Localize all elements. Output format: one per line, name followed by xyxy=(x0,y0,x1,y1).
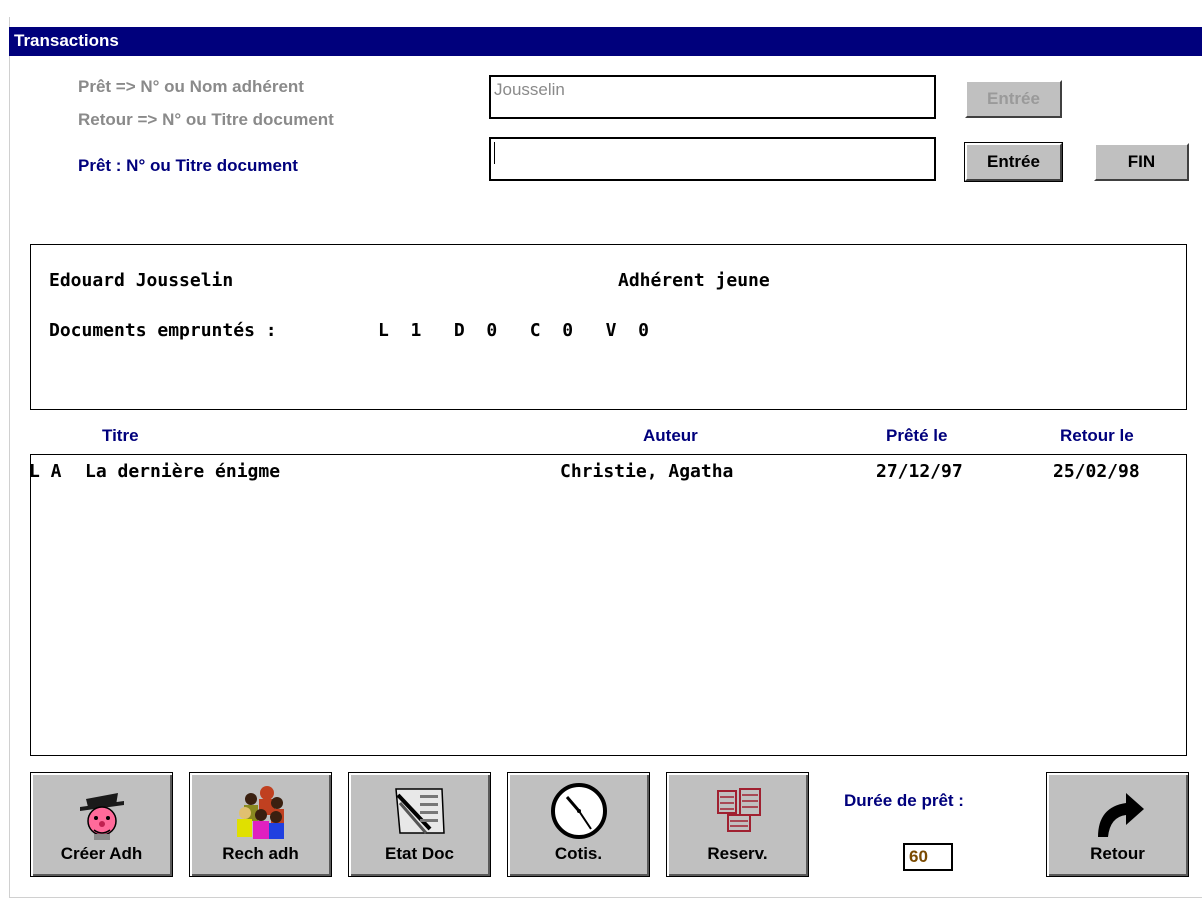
subscription-label: Cotis. xyxy=(554,844,603,863)
return-button[interactable]: Retour xyxy=(1046,772,1189,877)
loan-document-label: Prêt : N° ou Titre document xyxy=(78,156,298,175)
return-label: Retour xyxy=(1090,844,1145,863)
reservation-icon xyxy=(708,781,768,846)
search-member-button[interactable]: Rech adh xyxy=(189,772,332,877)
reservation-button[interactable]: Reserv. xyxy=(666,772,809,877)
enter-document-button[interactable]: Entrée xyxy=(964,142,1063,182)
clock-icon xyxy=(549,781,609,846)
loan-type: L A xyxy=(29,461,62,482)
column-header-return: Retour le xyxy=(1060,426,1134,445)
column-header-author: Auteur xyxy=(643,426,698,445)
documents-icon xyxy=(390,781,450,846)
member-name: Edouard Jousselin xyxy=(49,270,234,291)
hint-loan-member: Prêt => N° ou Nom adhérent xyxy=(78,77,304,96)
document-search-input[interactable] xyxy=(489,137,936,181)
loan-author: Christie, Agatha xyxy=(560,461,734,482)
loan-title: La dernière énigme xyxy=(85,461,281,482)
create-member-label: Créer Adh xyxy=(60,844,143,863)
people-group-icon xyxy=(231,781,291,846)
loan-duration-field[interactable]: 60 xyxy=(903,843,953,871)
create-member-button[interactable]: Créer Adh xyxy=(30,772,173,877)
search-member-label: Rech adh xyxy=(222,844,299,863)
member-search-input[interactable]: Jousselin xyxy=(489,75,936,119)
person-hat-icon xyxy=(72,781,132,846)
loan-list[interactable]: L A La dernière énigme Christie, Agatha … xyxy=(29,454,1187,756)
column-header-loaned: Prêté le xyxy=(886,426,948,445)
return-date: 25/02/98 xyxy=(1053,461,1140,482)
document-status-label: Etat Doc xyxy=(385,844,454,863)
document-status-button[interactable]: Etat Doc xyxy=(348,772,491,877)
text-cursor xyxy=(494,142,495,164)
reservation-label: Reserv. xyxy=(707,844,768,863)
subscription-button[interactable]: Cotis. xyxy=(507,772,650,877)
loan-duration-value: 60 xyxy=(909,847,928,866)
loan-date: 27/12/97 xyxy=(876,461,963,482)
column-header-title: Titre xyxy=(102,426,139,445)
window-title: Transactions xyxy=(14,31,119,50)
enter-member-button[interactable]: Entrée xyxy=(965,80,1062,118)
loan-duration-label: Durée de prêt : xyxy=(844,791,964,810)
borrowed-label: Documents empruntés : xyxy=(49,320,277,341)
borrowed-counts: L 1 D 0 C 0 V 0 xyxy=(378,320,649,341)
table-row[interactable]: L A La dernière énigme Christie, Agatha … xyxy=(29,455,1186,489)
fin-button[interactable]: FIN xyxy=(1094,143,1189,181)
member-info-panel: Edouard Jousselin Adhérent jeune Documen… xyxy=(30,244,1187,410)
member-category: Adhérent jeune xyxy=(618,270,770,291)
hint-return-document: Retour => N° ou Titre document xyxy=(78,110,334,129)
curved-arrow-icon xyxy=(1088,781,1148,846)
title-bar: Transactions xyxy=(9,27,1202,56)
